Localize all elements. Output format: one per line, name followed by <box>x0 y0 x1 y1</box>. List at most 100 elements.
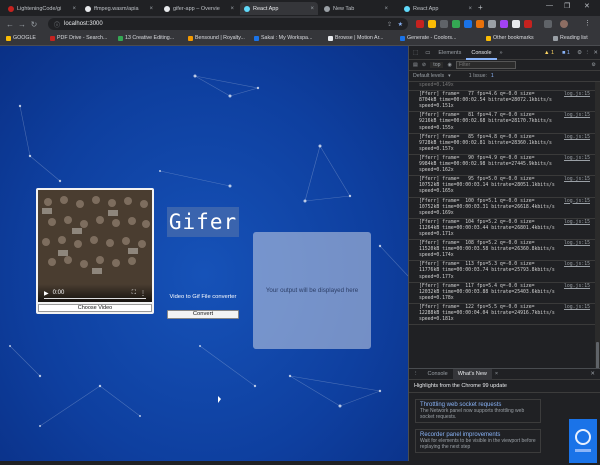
video-progress-bar[interactable] <box>44 298 146 299</box>
forward-icon[interactable]: → <box>16 20 28 29</box>
reading-list-icon <box>553 35 558 41</box>
close-tab-icon[interactable]: × <box>310 6 314 12</box>
source-link[interactable]: log.js:15 <box>564 113 590 119</box>
close-tab-icon[interactable]: × <box>468 6 472 12</box>
source-link[interactable]: log.js:15 <box>564 92 590 98</box>
bookmark-star-icon[interactable]: ★ <box>398 21 403 28</box>
device-toggle-icon[interactable]: ▭ <box>422 50 433 56</box>
extensions-puzzle-icon[interactable] <box>544 20 552 28</box>
devtools-more-icon[interactable]: ⋮ <box>585 50 591 56</box>
warning-count-icon[interactable]: ▲ 1 <box>544 50 554 56</box>
promo-video-thumbnail[interactable] <box>569 419 597 463</box>
close-tab-icon[interactable]: × <box>149 6 153 12</box>
console-message: [Fferr] frame= 108 fps=5.2 q=-0.0 size= l… <box>409 240 600 262</box>
console-scrollbar[interactable] <box>595 82 600 400</box>
bookmark-item[interactable]: Browse | Motion Ar... <box>328 35 383 41</box>
reload-icon[interactable]: ↻ <box>28 20 40 29</box>
browser-tab[interactable]: New Tab × <box>320 2 392 15</box>
play-icon[interactable]: ▶ <box>44 290 49 297</box>
extension-icon[interactable] <box>488 20 496 28</box>
bookmark-folder[interactable]: Other bookmarks <box>486 35 534 41</box>
bookmark-item[interactable]: PDF Drive - Search... <box>50 35 107 41</box>
source-link[interactable]: log.js:15 <box>564 156 590 162</box>
inspect-icon[interactable]: ⬚ <box>409 50 422 56</box>
console-message: [Fferr] frame= 100 fps=5.1 q=-0.0 size= l… <box>409 198 600 219</box>
close-tab-icon[interactable]: × <box>384 6 388 12</box>
sidebar-toggle-icon[interactable]: ▤ <box>413 62 418 68</box>
bookmark-item[interactable]: 13 Creative Editing... <box>118 35 174 41</box>
more-menu-icon[interactable]: ⋮ <box>584 19 591 27</box>
maximize-icon[interactable]: ❐ <box>564 2 570 10</box>
news-item[interactable]: Throttling web socket requests The Netwo… <box>415 399 541 424</box>
bookmark-item[interactable]: Bensound | Royalty... <box>188 35 245 41</box>
close-tab-icon[interactable]: × <box>492 371 501 377</box>
source-link[interactable]: log.js:15 <box>564 220 590 226</box>
source-link[interactable]: log.js:15 <box>564 199 590 205</box>
bookmark-icon <box>118 35 123 41</box>
tab-console[interactable]: Console <box>466 46 497 60</box>
browser-tab[interactable]: ffmpeg.wasm/apia × <box>81 2 157 15</box>
video-player[interactable]: ▶ 0:00 ⛶ ⋮ <box>38 190 152 302</box>
more-tabs-icon[interactable]: » <box>497 50 506 56</box>
extension-icon[interactable] <box>476 20 484 28</box>
drawer-menu-icon[interactable]: ⋮ <box>409 371 423 377</box>
minimize-icon[interactable]: — <box>546 2 553 9</box>
video-more-icon[interactable]: ⋮ <box>140 290 146 297</box>
browser-tab[interactable]: gifer-app – Overvie × <box>160 2 238 15</box>
bookmark-item[interactable]: GOOGLE <box>6 35 36 41</box>
issues-label[interactable]: 1 Issue: <box>469 73 487 79</box>
source-link[interactable]: log.js:15 <box>564 284 590 290</box>
drawer-tab-console[interactable]: Console <box>423 369 453 380</box>
address-bar[interactable]: ⓘ localhost:3000 ⇪ ★ <box>48 18 408 30</box>
profile-avatar[interactable] <box>560 20 568 28</box>
console-message: [Fferr] frame= 85 fps=4.8 q=-0.0 size= lo… <box>409 134 600 155</box>
bookmark-item[interactable]: Generate - Coolors... <box>400 35 456 41</box>
share-icon[interactable]: ⇪ <box>387 21 392 28</box>
browser-tab-active[interactable]: React App × <box>240 2 318 15</box>
bookmark-item[interactable]: Sakai : My Workspa... <box>254 35 312 41</box>
reading-list[interactable]: Reading list <box>553 35 588 41</box>
close-tab-icon[interactable]: × <box>72 6 76 12</box>
react-icon <box>244 5 250 12</box>
extension-icon[interactable] <box>440 20 448 28</box>
close-window-icon[interactable]: ✕ <box>584 2 590 10</box>
levels-dropdown[interactable]: Default levels <box>413 73 444 79</box>
issue-count-icon[interactable]: ■ 1 <box>562 50 570 56</box>
drawer-close-icon[interactable]: ✕ <box>590 371 600 377</box>
source-link[interactable]: log.js:15 <box>564 241 590 247</box>
new-tab-button[interactable]: + <box>478 3 483 12</box>
close-tab-icon[interactable]: × <box>230 6 234 12</box>
extension-icon[interactable] <box>452 20 460 28</box>
choose-video-button[interactable]: Choose Video <box>38 304 152 312</box>
drawer-tab-whats-new[interactable]: What's New <box>452 368 492 380</box>
extension-icon[interactable] <box>524 20 532 28</box>
browser-tab[interactable]: React App × <box>400 2 476 15</box>
extension-icon[interactable] <box>464 20 472 28</box>
extension-icon[interactable] <box>416 20 424 28</box>
eye-icon[interactable]: ◉ <box>447 62 452 68</box>
source-link[interactable]: log.js:15 <box>564 305 590 311</box>
extension-icon[interactable] <box>512 20 520 28</box>
back-icon[interactable]: ← <box>4 20 16 29</box>
extension-icon[interactable] <box>500 20 508 28</box>
source-link[interactable]: log.js:15 <box>564 135 590 141</box>
react-icon <box>404 5 410 12</box>
convert-button[interactable]: Convert <box>167 310 239 319</box>
devtools-tabbar: ⬚ ▭ Elements Console » ▲ 1 ■ 1 ⚙ ⋮ ✕ <box>409 46 600 60</box>
console-settings-icon[interactable]: ⚙ <box>591 62 596 68</box>
tab-elements[interactable]: Elements <box>433 46 466 60</box>
filter-input[interactable]: Filter <box>456 61 517 69</box>
news-item[interactable]: Recorder panel improvements Wait for ele… <box>415 429 541 454</box>
source-link[interactable]: log.js:15 <box>564 262 590 268</box>
highlights-heading: Highlights from the Chrome 99 update <box>409 380 600 393</box>
source-link[interactable]: log.js:15 <box>564 177 590 183</box>
issues-badge[interactable]: 1 <box>491 73 494 79</box>
devtools-close-icon[interactable]: ✕ <box>593 50 598 56</box>
clear-console-icon[interactable]: ⊘ <box>422 62 426 68</box>
extension-icon[interactable] <box>428 20 436 28</box>
context-select[interactable]: top <box>430 62 444 68</box>
fullscreen-icon[interactable]: ⛶ <box>132 290 136 297</box>
browser-tab[interactable]: LighteningCode/gi × <box>4 2 80 15</box>
bookmark-icon <box>188 35 193 41</box>
settings-gear-icon[interactable]: ⚙ <box>577 50 582 56</box>
